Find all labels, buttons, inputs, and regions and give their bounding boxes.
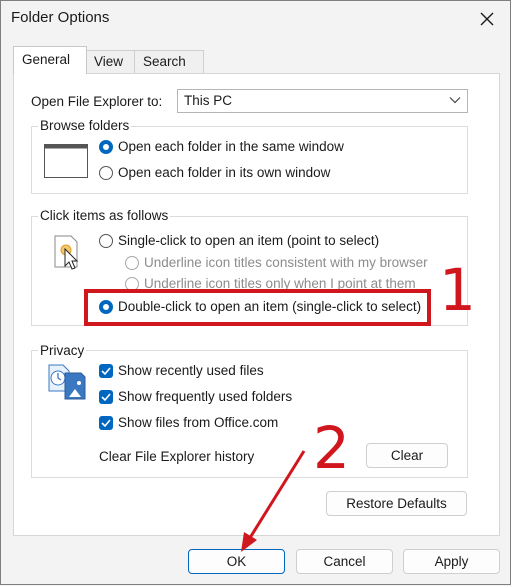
tab-general[interactable]: General (13, 46, 87, 74)
annotation-arrow (241, 450, 306, 552)
folder-options-dialog: Folder Options General View Search Open … (0, 0, 511, 585)
